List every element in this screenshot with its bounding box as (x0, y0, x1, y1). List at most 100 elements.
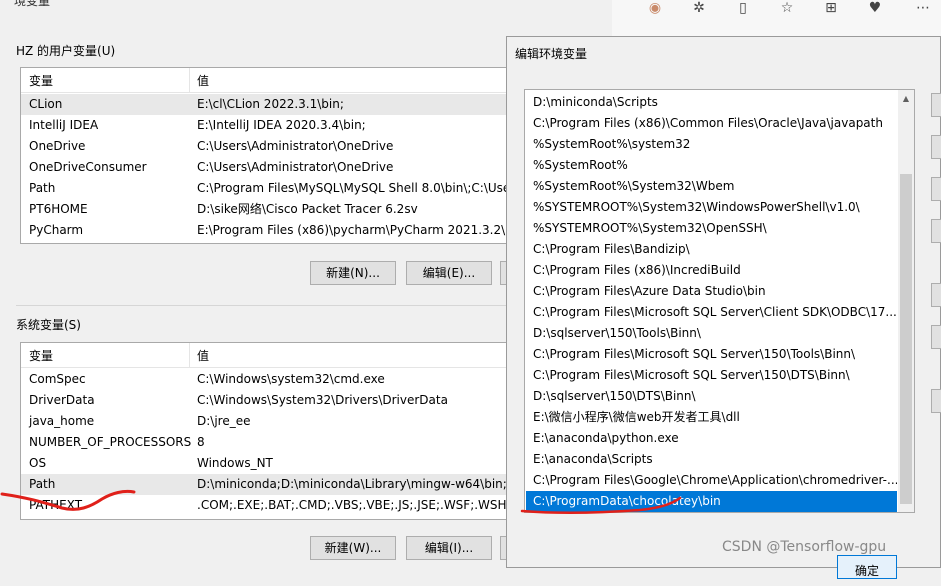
new-path-button[interactable] (931, 93, 941, 117)
table-row[interactable]: Path D:\miniconda;D:\miniconda\Library\m… (21, 474, 521, 495)
list-item[interactable]: %SystemRoot% (526, 155, 897, 176)
variable-value: C:\Windows\System32\Drivers\DriverData (197, 393, 448, 407)
background-toolbar: ◉ ✲ ▯ ☆ ⊞ ♥ ⋯ (612, 0, 941, 36)
split-screen-icon[interactable]: ▯ (734, 0, 752, 18)
user-variables-label: HZ 的用户变量(U) (16, 44, 116, 58)
list-item[interactable]: %SystemRoot%\System32\Wbem (526, 176, 897, 197)
variable-name: OneDriveConsumer (29, 160, 147, 174)
variable-value: C:\Program Files\MySQL\MySQL Shell 8.0\b… (197, 181, 511, 195)
list-item[interactable]: C:\Program Files\Bandizip\ (526, 239, 897, 260)
variable-name: PyCharm (29, 223, 84, 237)
list-item[interactable]: %SYSTEMROOT%\System32\WindowsPowerShell\… (526, 197, 897, 218)
list-item[interactable]: C:\Program Files (x86)\Common Files\Orac… (526, 113, 897, 134)
variable-value: Windows_NT (197, 456, 273, 470)
move-up-button[interactable] (931, 283, 941, 307)
table-row[interactable]: OS Windows_NT (21, 453, 521, 474)
variable-value: E:\cl\CLion 2022.3.1\bin; (197, 97, 344, 111)
table-row[interactable]: OneDriveConsumer C:\Users\Administrator\… (21, 157, 521, 178)
variable-name: IntelliJ IDEA (29, 118, 99, 132)
list-item[interactable]: E:\anaconda\python.exe (526, 428, 897, 449)
variable-name: PATHEXT (29, 498, 83, 512)
column-separator[interactable] (189, 68, 190, 92)
variable-name: PT6HOME (29, 202, 88, 216)
list-item[interactable]: C:\Program Files\Google\Chrome\Applicati… (526, 470, 897, 491)
table-row[interactable]: PATHEXT .COM;.EXE;.BAT;.CMD;.VBS;.VBE;.J… (21, 495, 521, 516)
variable-name: Path (29, 181, 56, 195)
variable-value: D:\sike网络\Cisco Packet Tracer 6.2sv (197, 202, 418, 216)
edit-path-button[interactable] (931, 135, 941, 159)
variable-name: NUMBER_OF_PROCESSORS (29, 435, 192, 449)
list-item[interactable]: D:\sqlserver\150\Tools\Binn\ (526, 323, 897, 344)
variable-name: java_home (29, 414, 95, 428)
window-title: 境变量 (14, 0, 51, 8)
list-item[interactable]: C:\Program Files\Microsoft SQL Server\15… (526, 344, 897, 365)
system-variables-label: 系统变量(S) (16, 318, 81, 332)
browse-button[interactable] (931, 177, 941, 201)
move-down-button[interactable] (931, 325, 941, 349)
dialog-title: 编辑环境变量 (515, 47, 588, 61)
scroll-thumb[interactable] (900, 174, 912, 504)
list-item[interactable]: C:\Program Files\Azure Data Studio\bin (526, 281, 897, 302)
table-row[interactable]: OneDrive C:\Users\Administrator\OneDrive (21, 136, 521, 157)
system-new-button[interactable]: 新建(W)... (310, 536, 396, 560)
extensions-icon[interactable]: ✲ (690, 0, 708, 18)
system-variables-header: 变量 值 (21, 343, 521, 368)
more-icon[interactable]: ⋯ (908, 0, 938, 18)
delete-path-button[interactable] (931, 219, 941, 243)
table-row[interactable]: java_home D:\jre_ee (21, 411, 521, 432)
list-item[interactable]: %SYSTEMROOT%\System32\OpenSSH\ (526, 218, 897, 239)
variable-value: C:\Windows\system32\cmd.exe (197, 372, 385, 386)
variable-name: Path (29, 477, 56, 491)
table-row[interactable]: DriverData C:\Windows\System32\Drivers\D… (21, 390, 521, 411)
edit-environment-variable-dialog: 编辑环境变量 D:\miniconda\Scripts C:\Program F… (506, 36, 941, 579)
variable-value: D:\miniconda;D:\miniconda\Library\mingw-… (197, 477, 521, 491)
column-separator[interactable] (189, 343, 190, 367)
favorites-icon[interactable]: ☆ (778, 0, 796, 18)
variable-name: ComSpec (29, 372, 86, 386)
column-header-variable[interactable]: 变量 (29, 72, 53, 89)
table-row[interactable]: ComSpec C:\Windows\system32\cmd.exe (21, 369, 521, 390)
list-item[interactable]: E:\微信小程序\微信web开发者工具\dll (526, 407, 897, 428)
list-item[interactable]: D:\miniconda\Scripts (526, 92, 897, 113)
variable-value: C:\Users\Administrator\OneDrive (197, 160, 394, 174)
feedback-icon[interactable]: ♥ (866, 0, 884, 18)
path-list[interactable]: D:\miniconda\Scripts C:\Program Files (x… (524, 89, 915, 513)
variable-value: D:\jre_ee (197, 414, 251, 428)
table-row[interactable]: NUMBER_OF_PROCESSORS 8 (21, 432, 521, 453)
list-item[interactable]: E:\anaconda\Scripts (526, 449, 897, 470)
column-header-value[interactable]: 值 (197, 72, 209, 89)
system-edit-button[interactable]: 编辑(I)... (406, 536, 492, 560)
variable-name: OneDrive (29, 139, 86, 153)
scroll-up-icon[interactable]: ▲ (898, 90, 914, 107)
list-item[interactable]: C:\Program Files (x86)\IncrediBuild (526, 260, 897, 281)
list-item[interactable]: C:\Program Files\Microsoft SQL Server\15… (526, 365, 897, 386)
vertical-scrollbar[interactable]: ▲ (898, 90, 914, 512)
user-variables-list[interactable]: 变量 值 CLion E:\cl\CLion 2022.3.1\bin; Int… (20, 67, 522, 244)
variable-name: CLion (29, 97, 63, 111)
divider (16, 305, 506, 306)
table-row[interactable]: CLion E:\cl\CLion 2022.3.1\bin; (21, 94, 521, 115)
column-header-variable[interactable]: 变量 (29, 347, 53, 364)
variable-name: OS (29, 456, 47, 470)
user-new-button[interactable]: 新建(N)... (310, 261, 396, 285)
edit-text-button[interactable] (931, 389, 941, 413)
variable-name: DriverData (29, 393, 95, 407)
list-item[interactable]: %SystemRoot%\system32 (526, 134, 897, 155)
table-row[interactable]: IntelliJ IDEA E:\IntelliJ IDEA 2020.3.4\… (21, 115, 521, 136)
list-item-selected[interactable]: C:\ProgramData\chocolatey\bin (526, 491, 897, 512)
variable-value: C:\Users\Administrator\OneDrive (197, 139, 394, 153)
column-header-value[interactable]: 值 (197, 347, 209, 364)
ok-button[interactable]: 确定 (837, 555, 897, 579)
system-variables-list[interactable]: 变量 值 ComSpec C:\Windows\system32\cmd.exe… (20, 342, 522, 520)
variable-value: 8 (197, 435, 205, 449)
table-row[interactable]: Path C:\Program Files\MySQL\MySQL Shell … (21, 178, 521, 199)
user-edit-button[interactable]: 编辑(E)... (406, 261, 492, 285)
table-row[interactable]: PT6HOME D:\sike网络\Cisco Packet Tracer 6.… (21, 199, 521, 220)
profile-icon[interactable]: ◉ (646, 0, 664, 18)
list-item[interactable]: C:\Program Files\Microsoft SQL Server\Cl… (526, 302, 897, 323)
list-item[interactable]: D:\sqlserver\150\DTS\Binn\ (526, 386, 897, 407)
table-row[interactable]: PyCharm E:\Program Files (x86)\pycharm\P… (21, 220, 521, 241)
variable-value: E:\Program Files (x86)\pycharm\PyCharm 2… (197, 223, 522, 237)
collections-icon[interactable]: ⊞ (822, 0, 840, 18)
variable-value: .COM;.EXE;.BAT;.CMD;.VBS;.VBE;.JS;.JSE;.… (197, 498, 522, 512)
